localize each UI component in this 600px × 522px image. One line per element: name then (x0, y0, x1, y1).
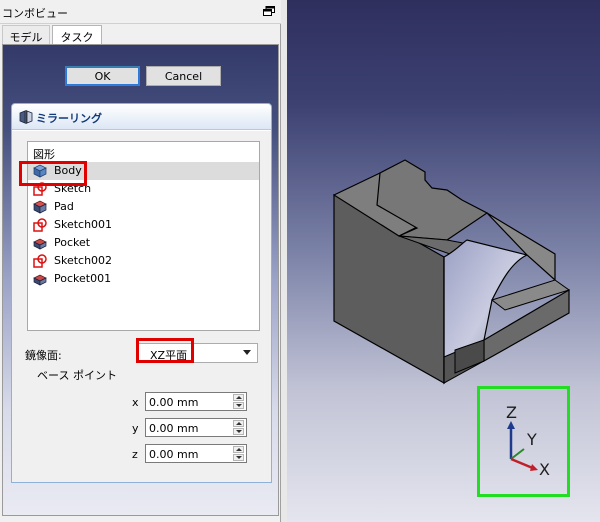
spin-up-button[interactable] (233, 420, 244, 427)
axis-triad-icon (507, 421, 538, 471)
highlight-body-box (19, 161, 87, 186)
mirror-icon (19, 110, 33, 124)
spin-down-button[interactable] (233, 402, 244, 409)
spin-buttons (233, 394, 244, 409)
list-item-label: Sketch001 (54, 218, 113, 231)
mirror-task-box: ミラーリング 図形 Body Sketch Pad Sketch001 Pock… (11, 103, 272, 483)
3d-viewport[interactable]: Z Y X (287, 0, 600, 522)
pocket-icon (33, 238, 47, 250)
tab-model[interactable]: モデル (2, 25, 50, 45)
list-item-label: Pad (54, 200, 74, 213)
spin-up-button[interactable] (233, 394, 244, 401)
pocket-icon (33, 274, 47, 286)
list-item-label: Pocket (54, 236, 91, 249)
coord-x-input[interactable]: 0.00 mm (145, 392, 247, 411)
axis-y-label: Y (527, 430, 537, 449)
panel-tabs: モデル タスク (0, 25, 281, 46)
coord-z-input[interactable]: 0.00 mm (145, 444, 247, 463)
list-item-label: Pocket001 (54, 272, 112, 285)
panel-titlebar: コンボビュー (0, 0, 281, 24)
task-area: OK Cancel ミラーリング 図形 Body Sketch Pad Sket… (2, 44, 279, 516)
chevron-down-icon (243, 350, 251, 355)
sketch-icon (33, 218, 47, 232)
mirror-plane-label: 鏡像面: (25, 349, 62, 362)
combo-view-panel: コンボビュー モデル タスク OK Cancel ミラーリング 図形 Body … (0, 0, 281, 522)
pad-icon (33, 200, 47, 214)
spin-down-button[interactable] (233, 428, 244, 435)
sketch-icon (33, 254, 47, 268)
ok-button[interactable]: OK (65, 66, 140, 86)
cancel-button[interactable]: Cancel (146, 66, 221, 86)
float-window-icon[interactable] (263, 6, 275, 16)
shape-list-header: 図形 (33, 148, 55, 161)
list-item-sketch002[interactable]: Sketch002 (28, 252, 259, 270)
coord-z-label: z (132, 448, 138, 461)
spin-down-button[interactable] (233, 454, 244, 461)
panel-title: コンボビュー (2, 7, 68, 20)
axis-z-label: Z (506, 403, 517, 422)
mirror-task-header[interactable]: ミラーリング (12, 104, 271, 130)
tab-task[interactable]: タスク (52, 25, 102, 46)
axis-indicator-box: Z Y X (477, 386, 570, 497)
list-item-pocket001[interactable]: Pocket001 (28, 270, 259, 288)
list-item-pad[interactable]: Pad (28, 198, 259, 216)
spin-buttons (233, 420, 244, 435)
coord-x-label: x (132, 396, 139, 409)
coord-y-label: y (132, 422, 139, 435)
coord-y-value: 0.00 mm (149, 422, 199, 435)
spin-up-button[interactable] (233, 446, 244, 453)
mirror-task-title: ミラーリング (36, 112, 102, 125)
coord-z-value: 0.00 mm (149, 448, 199, 461)
list-item-label: Sketch002 (54, 254, 113, 267)
coord-x-value: 0.00 mm (149, 396, 199, 409)
coord-y-input[interactable]: 0.00 mm (145, 418, 247, 437)
list-item-sketch001[interactable]: Sketch001 (28, 216, 259, 234)
axis-x-label: X (539, 460, 550, 479)
highlight-plane-box (136, 338, 194, 363)
list-item-pocket[interactable]: Pocket (28, 234, 259, 252)
base-point-label: ベース ポイント (37, 369, 117, 382)
spin-buttons (233, 446, 244, 461)
